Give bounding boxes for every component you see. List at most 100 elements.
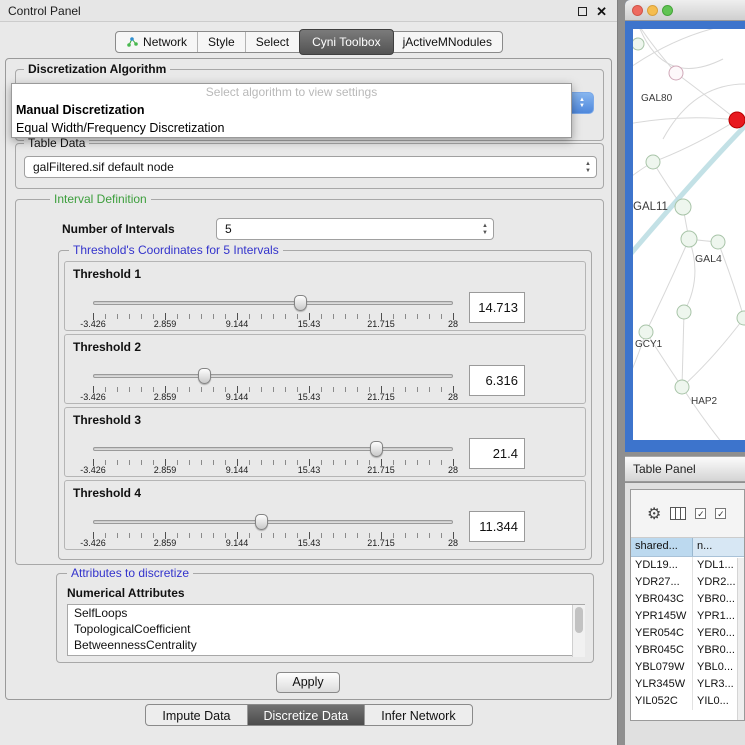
close-icon[interactable]: ✕ [596, 5, 607, 18]
tab-network[interactable]: Network [116, 32, 198, 52]
checkbox-icon[interactable]: ✓ [695, 508, 706, 519]
tick-label: 21.715 [367, 465, 395, 475]
table-cell: YIL052C [631, 693, 693, 710]
tick-label: 28 [448, 319, 458, 329]
tick-label: 15.43 [298, 465, 321, 475]
mac-minimize-icon[interactable] [647, 5, 658, 16]
column-header-name[interactable]: n... [693, 538, 744, 556]
table-panel-titlebar: Table Panel [625, 456, 745, 482]
slider-track[interactable] [93, 301, 453, 305]
numerical-attributes-list: SelfLoopsTopologicalCoefficientBetweenne… [67, 604, 585, 656]
tab-label: Network [143, 32, 187, 52]
tab-jactivemnodules[interactable]: jActiveMNodules [393, 32, 502, 52]
checkbox-icon[interactable]: ✓ [715, 508, 726, 519]
number-of-intervals-label: Number of Intervals [62, 222, 175, 236]
table-row[interactable]: YDR27...YDR2... [631, 574, 744, 591]
list-item[interactable]: SelfLoops [68, 605, 584, 621]
slider-track[interactable] [93, 520, 453, 524]
node-label-hap2[interactable]: HAP2 [691, 396, 718, 407]
tick-label: 15.43 [298, 319, 321, 329]
table-row[interactable]: YIL052CYIL0... [631, 693, 744, 710]
tick-label: -3.426 [80, 392, 106, 402]
mac-zoom-icon[interactable] [662, 5, 673, 16]
tab-label: Cyni Toolbox [312, 32, 380, 52]
slider-thumb[interactable] [294, 295, 307, 311]
threshold-1-box: Threshold 1 -3.4262.8599.14415.4321.7152… [64, 261, 586, 331]
slider-thumb[interactable] [370, 441, 383, 457]
table-data-group: Table Data galFiltered.sif default node … [15, 143, 604, 189]
threshold-value-field[interactable]: 6.316 [469, 365, 525, 396]
attributes-to-discretize-group: Attributes to discretize Numerical Attri… [56, 573, 594, 663]
table-row[interactable]: YBR045CYBR0... [631, 642, 744, 659]
dropdown-option-equal-width-frequency[interactable]: Equal Width/Frequency Discretization [12, 119, 571, 137]
threshold-value-field[interactable]: 11.344 [469, 511, 525, 542]
tick-label: 28 [448, 392, 458, 402]
table-row[interactable]: YBR043CYBR0... [631, 591, 744, 608]
list-item[interactable]: BetweennessCentrality [68, 637, 584, 653]
table-row[interactable]: YPR145WYPR1... [631, 608, 744, 625]
dropdown-placeholder[interactable]: Select algorithm to view settings [12, 84, 571, 101]
table-body: YDL19...YDL1...YDR27...YDR2...YBR043CYBR… [631, 557, 744, 710]
column-header-shared-name[interactable]: shared... [631, 538, 693, 556]
combo-arrows-icon: ▲▼ [585, 157, 591, 177]
threshold-value-field[interactable]: 21.4 [469, 438, 525, 469]
apply-button[interactable]: Apply [276, 672, 340, 693]
tab-discretize-data[interactable]: Discretize Data [248, 705, 366, 725]
list-item[interactable]: TopologicalCoefficient [68, 621, 584, 637]
tab-style[interactable]: Style [198, 32, 246, 52]
numerical-attributes-label: Numerical Attributes [67, 586, 185, 600]
cyni-toolbox-panel: Discretization Algorithm ▲▼ Select algor… [5, 58, 612, 700]
combo-arrows-icon: ▲▼ [571, 93, 593, 113]
list-scrollbar[interactable] [572, 605, 585, 657]
tab-select[interactable]: Select [246, 32, 300, 52]
tab-infer-network[interactable]: Infer Network [365, 705, 471, 725]
node-label-gal80[interactable]: GAL80 [641, 93, 673, 104]
slider-thumb[interactable] [255, 514, 268, 530]
network-window-titlebar [625, 0, 745, 21]
top-tab-bar: Network Style Select Cyni Toolbox jActiv… [0, 31, 618, 53]
tab-label: Select [256, 32, 289, 52]
slider-thumb[interactable] [198, 368, 211, 384]
mac-close-icon[interactable] [632, 5, 643, 16]
tick-label: 15.43 [298, 392, 321, 402]
table-cell: YER054C [631, 625, 693, 642]
slider-track[interactable] [93, 374, 453, 378]
slider-tick-labels: -3.4262.8599.14415.4321.71528 [93, 465, 453, 475]
table-row[interactable]: YER054CYER0... [631, 625, 744, 642]
tick-label: -3.426 [80, 319, 106, 329]
table-row[interactable]: YBL079WYBL0... [631, 659, 744, 676]
threshold-4-box: Threshold 4 -3.4262.8599.14415.4321.7152… [64, 480, 586, 550]
table-row[interactable]: YLR345WYLR3... [631, 676, 744, 693]
slider-tick-labels: -3.4262.8599.14415.4321.71528 [93, 538, 453, 548]
number-of-intervals-select[interactable]: 5 ▲▼ [216, 218, 494, 240]
group-title: Table Data [24, 136, 89, 150]
slider-track[interactable] [93, 447, 453, 451]
algorithm-dropdown-popup: Select algorithm to view settings Manual… [11, 83, 572, 138]
slider-tick-labels: -3.4262.8599.14415.4321.71528 [93, 319, 453, 329]
table-cell: YDL19... [631, 557, 693, 574]
window-title: Control Panel [0, 0, 81, 22]
slider-tick-labels: -3.4262.8599.14415.4321.71528 [93, 392, 453, 402]
tick-label: 2.859 [154, 465, 177, 475]
interval-definition-group: Interval Definition Number of Intervals … [15, 199, 604, 565]
control-panel-window: Control Panel ✕ Network Style Select Cyn… [0, 0, 618, 745]
node-label-gal4[interactable]: GAL4 [695, 253, 722, 265]
table-toolbar: ⚙ ✓ ✓ [631, 490, 744, 538]
tab-cyni-toolbox[interactable]: Cyni Toolbox [299, 29, 393, 55]
threshold-value-field[interactable]: 14.713 [469, 292, 525, 323]
columns-icon[interactable] [670, 507, 686, 520]
node-label-gal11[interactable]: GAL11 [633, 201, 668, 213]
float-window-icon[interactable] [578, 7, 587, 16]
dropdown-option-manual-discretization[interactable]: Manual Discretization [12, 101, 571, 119]
table-data-select[interactable]: galFiltered.sif default node ▲▼ [24, 156, 597, 178]
table-row[interactable]: YDL19...YDL1... [631, 557, 744, 574]
table-scrollbar[interactable] [737, 558, 744, 720]
tab-impute-data[interactable]: Impute Data [146, 705, 247, 725]
gear-icon[interactable]: ⚙ [647, 504, 661, 524]
selected-value: galFiltered.sif default node [25, 157, 596, 177]
selected-value: 5 [217, 219, 493, 239]
node-label-gcy1[interactable]: GCY1 [635, 339, 663, 350]
group-title: Threshold's Coordinates for 5 Intervals [69, 243, 283, 257]
network-canvas[interactable]: GAL80 GAL11 GAL4 GCY1 HAP2 [633, 29, 745, 440]
selected-node[interactable] [729, 112, 745, 128]
